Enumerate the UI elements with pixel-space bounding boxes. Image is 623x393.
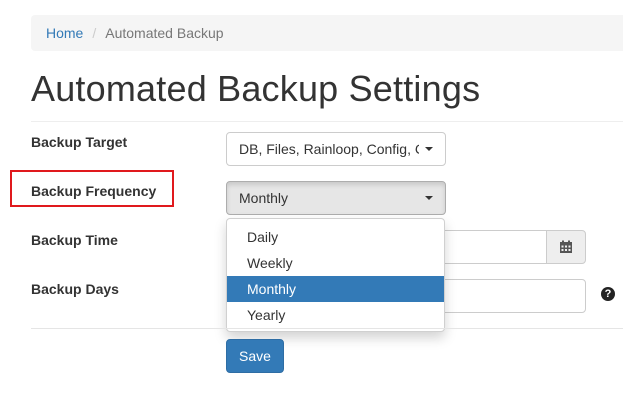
form-divider <box>31 328 623 329</box>
backup-days-label: Backup Days <box>31 281 119 297</box>
question-circle-icon[interactable]: ? <box>601 287 615 301</box>
calendar-button[interactable] <box>546 230 586 264</box>
backup-target-select[interactable]: DB, Files, Rainloop, Config, C <box>226 132 446 166</box>
breadcrumb-separator: / <box>92 25 97 41</box>
backup-frequency-select[interactable]: Monthly <box>226 181 446 215</box>
caret-down-icon <box>425 196 433 200</box>
breadcrumb-home-link[interactable]: Home <box>46 25 83 41</box>
backup-frequency-label: Backup Frequency <box>31 183 157 199</box>
page: Home / Automated Backup Automated Backup… <box>0 0 623 393</box>
menu-item-yearly[interactable]: Yearly <box>227 302 444 328</box>
page-title: Automated Backup Settings <box>31 68 481 109</box>
menu-item-monthly[interactable]: Monthly <box>227 276 444 302</box>
backup-frequency-value: Monthly <box>239 190 289 206</box>
menu-item-daily[interactable]: Daily <box>227 224 444 250</box>
breadcrumb-current: Automated Backup <box>105 25 224 41</box>
breadcrumb: Home / Automated Backup <box>31 15 623 51</box>
backup-days-input[interactable] <box>430 279 586 313</box>
backup-target-value: DB, Files, Rainloop, Config, C <box>239 141 419 157</box>
save-button[interactable]: Save <box>226 339 284 373</box>
backup-target-label: Backup Target <box>31 134 128 150</box>
backup-time-input[interactable] <box>430 230 548 264</box>
calendar-icon <box>560 240 572 253</box>
caret-down-icon <box>425 147 433 151</box>
title-divider <box>31 121 623 122</box>
backup-frequency-menu: Daily Weekly Monthly Yearly <box>226 218 445 332</box>
backup-time-label: Backup Time <box>31 232 118 248</box>
menu-item-weekly[interactable]: Weekly <box>227 250 444 276</box>
